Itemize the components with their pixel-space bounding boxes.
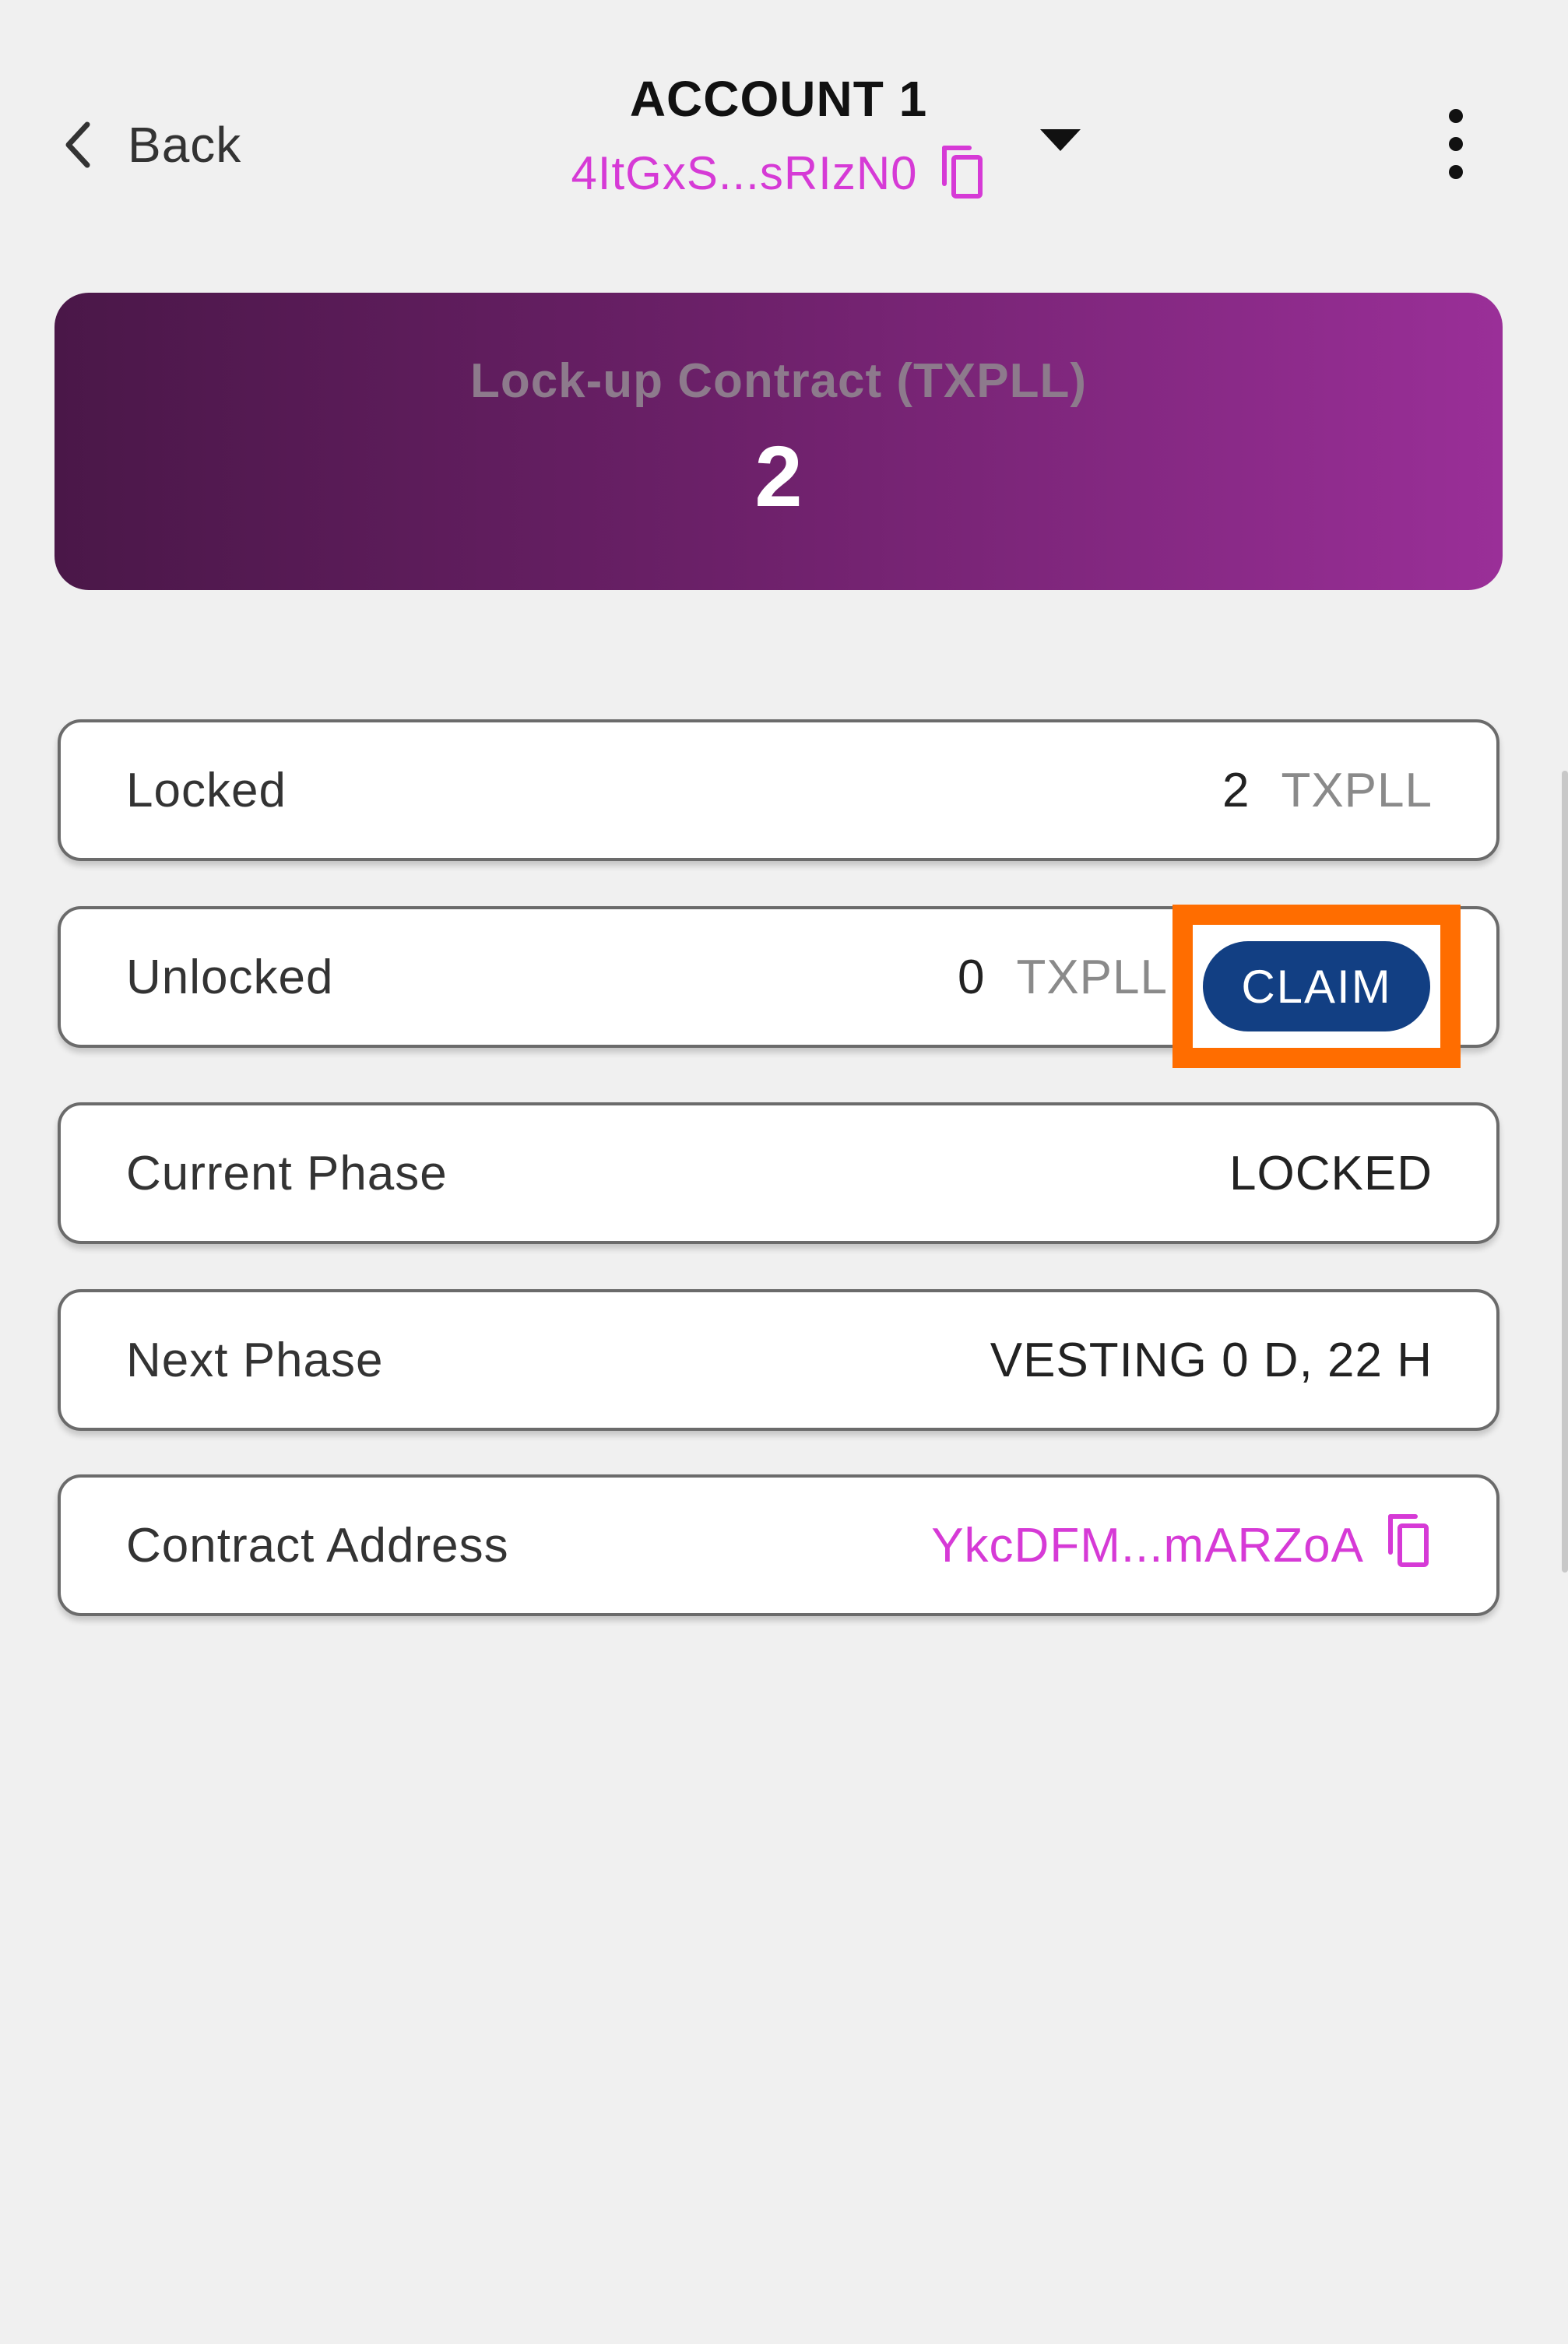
copy-icon[interactable]	[1384, 1510, 1433, 1581]
unlocked-label: Unlocked	[126, 950, 334, 1004]
claim-highlight-inner: CLAIM	[1193, 925, 1440, 1048]
next-phase-label: Next Phase	[126, 1333, 384, 1387]
current-phase-value: LOCKED	[1229, 1146, 1433, 1200]
account-dropdown-caret[interactable]	[1040, 129, 1081, 156]
chevron-left-icon	[62, 120, 93, 170]
locked-amount: 2	[1222, 763, 1250, 817]
locked-label: Locked	[126, 763, 287, 817]
menu-dot	[1449, 109, 1463, 123]
account-selector: ACCOUNT 1 4ItGxS...sRIzN0	[467, 70, 1090, 205]
contract-address-value[interactable]: YkcDFM...mARZoA	[931, 1518, 1364, 1573]
locked-unit: TXPLL	[1281, 763, 1433, 817]
locked-value: 2 TXPLL	[1222, 763, 1433, 818]
banner-value: 2	[754, 429, 803, 525]
account-address-row: 4ItGxS...sRIzN0	[467, 142, 1090, 205]
unlocked-value: 0 TXPLL	[958, 950, 1168, 1005]
locked-row: Locked 2 TXPLL	[58, 719, 1499, 861]
unlocked-amount: 0	[957, 950, 986, 1004]
caret-down-icon	[1040, 129, 1081, 156]
current-phase-row: Current Phase LOCKED	[58, 1102, 1499, 1244]
menu-dot	[1449, 165, 1463, 179]
contract-address-label: Contract Address	[126, 1518, 509, 1573]
copy-icon[interactable]	[938, 142, 986, 205]
scrollbar[interactable]	[1562, 771, 1568, 1573]
contract-address-row: Contract Address YkcDFM...mARZoA	[58, 1474, 1499, 1616]
back-button[interactable]: Back	[62, 109, 241, 181]
unlocked-unit: TXPLL	[1016, 950, 1168, 1004]
current-phase-label: Current Phase	[126, 1146, 448, 1200]
lockup-contract-banner: Lock-up Contract (TXPLL) 2	[54, 293, 1503, 590]
account-name[interactable]: ACCOUNT 1	[467, 70, 1090, 128]
next-phase-value: VESTING 0 D, 22 H	[990, 1333, 1433, 1387]
header: Back ACCOUNT 1 4ItGxS...sRIzN0	[0, 0, 1568, 234]
menu-dot	[1449, 137, 1463, 151]
kebab-menu-icon[interactable]	[1440, 109, 1471, 179]
claim-highlight: CLAIM	[1172, 905, 1461, 1068]
account-address: 4ItGxS...sRIzN0	[571, 147, 918, 199]
next-phase-row: Next Phase VESTING 0 D, 22 H	[58, 1289, 1499, 1431]
banner-title: Lock-up Contract (TXPLL)	[469, 354, 1088, 408]
claim-button[interactable]: CLAIM	[1203, 941, 1430, 1031]
contract-address-value-wrap: YkcDFM...mARZoA	[931, 1510, 1433, 1581]
back-label: Back	[128, 117, 242, 173]
